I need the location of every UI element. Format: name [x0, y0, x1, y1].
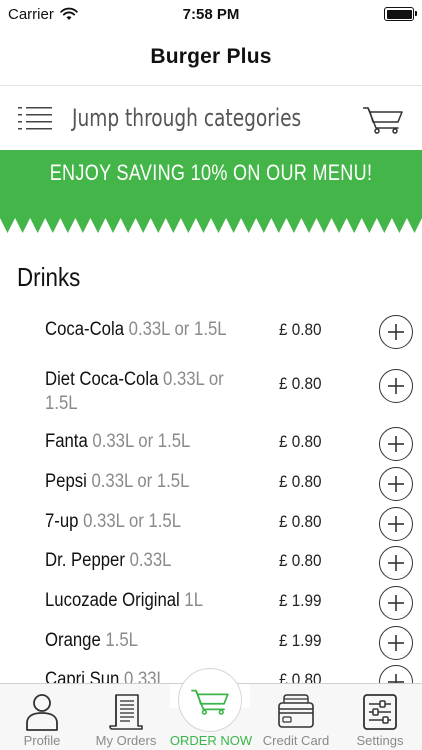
item-title: Coca-Cola — [45, 319, 124, 340]
item-price: £ 0.80 — [279, 472, 322, 491]
item-price: £ 1.99 — [279, 631, 322, 650]
wifi-icon — [60, 7, 78, 20]
item-size: 1.5L — [105, 630, 138, 651]
add-item-button[interactable] — [379, 315, 413, 349]
item-size: 0.33L or 1.5L — [91, 471, 190, 492]
add-item-button[interactable] — [379, 626, 413, 660]
cart-icon[interactable] — [362, 102, 404, 134]
jump-categories-label[interactable]: Jump through categories — [72, 104, 321, 132]
add-item-button[interactable] — [379, 427, 413, 461]
section-title: Drinks — [17, 262, 81, 292]
cart-icon — [191, 689, 229, 715]
carrier-label: Carrier — [8, 5, 54, 23]
page-title: Burger Plus — [150, 44, 272, 68]
item-price: £ 0.80 — [279, 551, 322, 570]
navigation-bar: Burger Plus — [0, 28, 422, 86]
person-icon — [26, 694, 58, 731]
item-size: 0.33L — [129, 550, 172, 571]
item-name: Diet Coca-Cola 0.33L or 1.5L — [45, 368, 239, 416]
status-left: Carrier — [8, 6, 78, 23]
plus-icon — [388, 436, 404, 452]
item-size: 0.33L or 1.5L — [128, 319, 227, 340]
tab-label: My Orders — [95, 733, 157, 748]
item-price: £ 1.99 — [279, 591, 322, 610]
item-size: 0.33L or 1.5L — [83, 511, 182, 532]
list-icon[interactable] — [18, 105, 52, 131]
sliders-icon — [363, 694, 397, 730]
add-item-button[interactable] — [379, 507, 413, 541]
banner-text: ENJOY SAVING 10% ON OUR MENU! — [49, 160, 373, 185]
item-title: Orange — [45, 630, 101, 651]
tab-profile[interactable]: Profile — [0, 684, 84, 750]
plus-icon — [388, 378, 404, 394]
item-size: 0.33L or 1.5L — [92, 431, 191, 452]
add-item-button[interactable] — [379, 369, 413, 403]
item-name: Coca-Cola 0.33L or 1.5L — [45, 318, 239, 342]
item-title: Dr. Pepper — [45, 550, 125, 571]
tab-label: Profile — [23, 733, 61, 748]
tab-credit-card[interactable]: Credit Card — [254, 684, 338, 750]
plus-icon — [388, 635, 404, 651]
receipt-icon — [109, 694, 143, 730]
plus-icon — [388, 555, 404, 571]
item-size: 1L — [184, 590, 204, 611]
tab-label: Credit Card — [262, 733, 330, 748]
plus-icon — [388, 324, 404, 340]
plus-icon — [388, 476, 404, 492]
tab-label: Settings — [356, 733, 404, 748]
item-price: £ 0.80 — [279, 320, 322, 339]
item-name: Dr. Pepper 0.33L — [45, 549, 239, 573]
item-name: Orange 1.5L — [45, 629, 239, 653]
item-price: £ 0.80 — [279, 374, 322, 393]
item-name: 7-up 0.33L or 1.5L — [45, 510, 239, 534]
item-name: Pepsi 0.33L or 1.5L — [45, 470, 239, 494]
order-now-button[interactable] — [178, 668, 242, 732]
plus-icon — [388, 595, 404, 611]
status-bar: Carrier 7:58 PM — [0, 0, 422, 28]
add-item-button[interactable] — [379, 586, 413, 620]
item-name: Fanta 0.33L or 1.5L — [45, 430, 239, 454]
item-title: Pepsi — [45, 471, 87, 492]
item-name: Lucozade Original 1L — [45, 589, 239, 613]
item-price: £ 0.80 — [279, 432, 322, 451]
add-item-button[interactable] — [379, 467, 413, 501]
item-title: Fanta — [45, 431, 88, 452]
item-title: Diet Coca-Cola — [45, 369, 159, 390]
credit-card-icon — [278, 694, 314, 728]
tab-settings[interactable]: Settings — [338, 684, 422, 750]
item-title: Lucozade Original — [45, 590, 180, 611]
item-price: £ 0.80 — [279, 512, 322, 531]
add-item-button[interactable] — [379, 546, 413, 580]
promo-banner: ENJOY SAVING 10% ON OUR MENU! — [0, 150, 422, 240]
battery-icon — [384, 7, 417, 21]
category-bar: Jump through categories — [0, 86, 422, 150]
item-title: 7-up — [45, 511, 79, 532]
plus-icon — [388, 516, 404, 532]
tab-label: ORDER NOW — [169, 733, 253, 748]
tab-my-orders[interactable]: My Orders — [84, 684, 168, 750]
